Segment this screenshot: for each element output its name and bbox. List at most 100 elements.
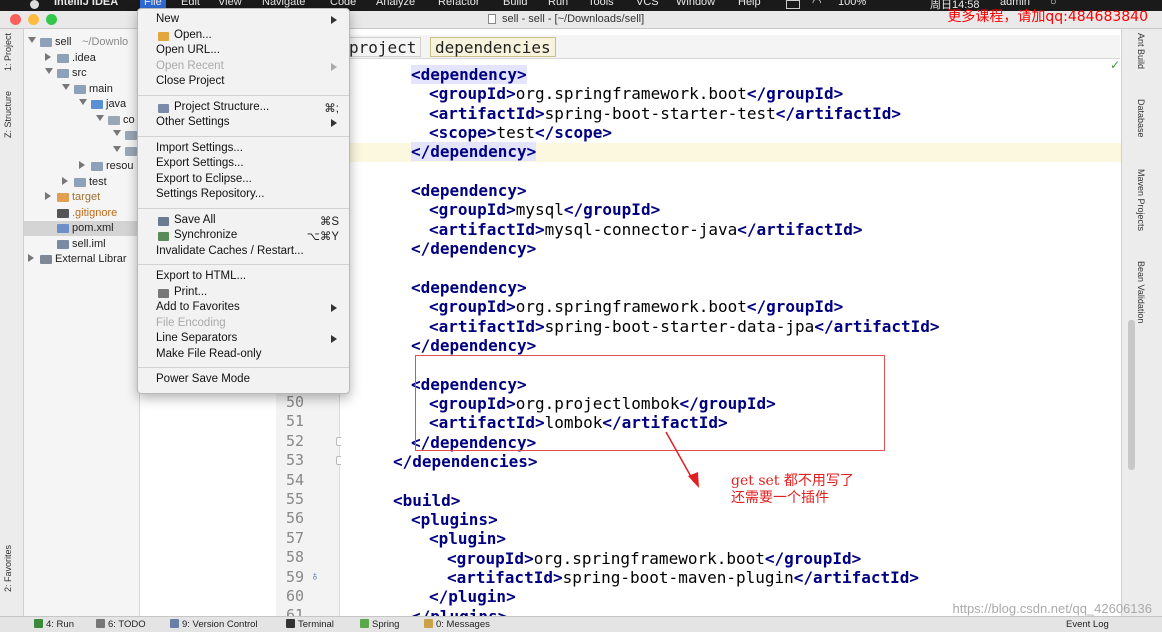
tab-ant-build[interactable]: Ant Build bbox=[1136, 33, 1146, 69]
menu-item-new[interactable]: New bbox=[138, 13, 349, 28]
apple-icon[interactable] bbox=[30, 0, 39, 9]
menu-item-label: Open URL... bbox=[156, 44, 220, 56]
tree-item-label: java bbox=[106, 98, 127, 110]
code-editor[interactable]: <dependency> <groupId>org.springframework… bbox=[341, 60, 1121, 616]
menu-item-invalidate-caches-restart[interactable]: Invalidate Caches / Restart... bbox=[138, 245, 349, 260]
expand-down-icon[interactable] bbox=[79, 99, 87, 105]
tab-spring[interactable]: Spring bbox=[360, 619, 399, 630]
menu-navigate[interactable]: Navigate bbox=[262, 0, 305, 8]
expand-down-icon[interactable] bbox=[113, 145, 121, 152]
menu-item-synchronize[interactable]: Synchronize ⌥⌘Y bbox=[138, 229, 349, 244]
xml-tag: </groupId> bbox=[746, 84, 844, 104]
menu-item-project-structure[interactable]: Project Structure... ⌘; bbox=[138, 101, 349, 116]
annotation-line-2: 还需要一个插件 bbox=[731, 490, 829, 506]
tab-structure[interactable]: Z: Structure bbox=[3, 91, 13, 138]
expand-right-icon[interactable] bbox=[45, 192, 51, 200]
menu-item-export-settings[interactable]: Export Settings... bbox=[138, 157, 349, 172]
menu-analyze[interactable]: Analyze bbox=[376, 0, 415, 8]
tab-0-messages[interactable]: 0: Messages bbox=[424, 619, 490, 630]
inspection-ok-icon[interactable]: ✓ bbox=[1110, 58, 1120, 72]
tab-maven-projects[interactable]: Maven Projects bbox=[1136, 169, 1146, 231]
expand-right-icon[interactable] bbox=[62, 176, 68, 185]
menu-item-save-all[interactable]: Save All ⌘S bbox=[138, 214, 349, 229]
menu-build[interactable]: Build bbox=[503, 0, 527, 8]
tree-item[interactable]: resou bbox=[24, 159, 139, 174]
tree-item[interactable] bbox=[24, 128, 139, 143]
expand-down-icon[interactable] bbox=[113, 130, 121, 136]
line-number: 51 bbox=[285, 412, 304, 431]
expand-right-icon[interactable] bbox=[79, 161, 85, 169]
menu-item-line-separators[interactable]: Line Separators bbox=[138, 332, 349, 347]
menu-item-open[interactable]: Open... bbox=[138, 29, 349, 44]
xml-text: spring-boot-starter-test bbox=[544, 103, 776, 123]
tree-item[interactable]: External Librar bbox=[24, 252, 139, 267]
line-number: 56 bbox=[285, 509, 304, 528]
menu-item-import-settings[interactable]: Import Settings... bbox=[138, 142, 349, 157]
tab-terminal[interactable]: Terminal bbox=[286, 619, 334, 630]
tab-bean-validation[interactable]: Bean Validation bbox=[1136, 261, 1146, 323]
editor-scrollbar-thumb[interactable] bbox=[1128, 320, 1135, 470]
library-icon bbox=[40, 255, 52, 264]
menu-edit[interactable]: Edit bbox=[181, 0, 200, 8]
tree-item[interactable]: sell ~/Downlo bbox=[24, 35, 139, 50]
menu-separator bbox=[138, 367, 349, 368]
status-icon[interactable] bbox=[786, 0, 800, 9]
tree-item[interactable]: .gitignore bbox=[24, 206, 139, 221]
tree-item[interactable]: co bbox=[24, 113, 139, 128]
menu-item-export-to-html[interactable]: Export to HTML... bbox=[138, 270, 349, 285]
tree-item[interactable]: src bbox=[24, 66, 139, 81]
event-log-button[interactable]: Event Log bbox=[1066, 619, 1109, 630]
battery-level[interactable]: 100% bbox=[838, 0, 866, 8]
tree-item[interactable]: main bbox=[24, 82, 139, 97]
app-menu[interactable]: IntelliJ IDEA bbox=[54, 0, 118, 8]
tab-6-todo[interactable]: 6: TODO bbox=[96, 619, 146, 630]
run-gutter-icon[interactable]: ♁ bbox=[310, 568, 320, 583]
menu-item-label: Line Separators bbox=[156, 332, 238, 344]
tab-favorites[interactable]: 2: Favorites bbox=[3, 545, 13, 592]
expand-right-icon[interactable] bbox=[28, 254, 34, 262]
menu-code[interactable]: Code bbox=[330, 0, 356, 8]
code-line: <dependency> bbox=[411, 181, 527, 200]
menu-item-export-to-eclipse[interactable]: Export to Eclipse... bbox=[138, 173, 349, 188]
wifi-icon[interactable]: ◠ bbox=[812, 0, 822, 9]
menu-window[interactable]: Window bbox=[676, 0, 715, 8]
menu-view[interactable]: View bbox=[218, 0, 242, 8]
expand-down-icon[interactable] bbox=[96, 114, 104, 121]
expand-right-icon[interactable] bbox=[45, 52, 51, 61]
menu-run[interactable]: Run bbox=[548, 0, 568, 8]
close-window-icon[interactable] bbox=[10, 14, 21, 25]
menu-help[interactable]: Help bbox=[738, 0, 761, 8]
menu-item-make-file-read-only[interactable]: Make File Read-only bbox=[138, 348, 349, 363]
menu-tools[interactable]: Tools bbox=[588, 0, 614, 8]
tab-9-version-control[interactable]: 9: Version Control bbox=[170, 619, 258, 630]
tree-item[interactable]: target bbox=[24, 190, 139, 205]
tree-item[interactable]: pom.xml bbox=[24, 221, 139, 236]
tree-item[interactable]: .idea bbox=[24, 51, 139, 66]
tree-item[interactable]: java bbox=[24, 97, 139, 112]
expand-down-icon[interactable] bbox=[62, 83, 70, 90]
tree-item[interactable] bbox=[24, 144, 139, 159]
tree-item[interactable]: test bbox=[24, 175, 139, 190]
menu-item-other-settings[interactable]: Other Settings bbox=[138, 116, 349, 131]
tab-database[interactable]: Database bbox=[1136, 99, 1146, 138]
expand-down-icon[interactable] bbox=[45, 68, 53, 74]
project-structure-icon bbox=[158, 103, 169, 113]
xml-tag: <groupId> bbox=[447, 548, 534, 568]
menu-item-power-save-mode[interactable]: Power Save Mode bbox=[138, 373, 349, 388]
menu-item-open-url[interactable]: Open URL... bbox=[138, 44, 349, 59]
menu-refactor[interactable]: Refactor bbox=[438, 0, 480, 8]
minimize-window-icon[interactable] bbox=[28, 14, 39, 25]
tab-4-run[interactable]: 4: Run bbox=[34, 619, 74, 630]
breadcrumb-project[interactable]: project bbox=[344, 37, 422, 57]
menu-item-print[interactable]: Print... bbox=[138, 286, 349, 301]
tab-project[interactable]: 1: Project bbox=[3, 33, 13, 71]
tree-item[interactable]: sell.iml bbox=[24, 237, 139, 252]
menu-item-settings-repository[interactable]: Settings Repository... bbox=[138, 188, 349, 203]
menu-item-close-project[interactable]: Close Project bbox=[138, 75, 349, 90]
menu-item-add-to-favorites[interactable]: Add to Favorites bbox=[138, 301, 349, 316]
zoom-window-icon[interactable] bbox=[46, 14, 57, 25]
expand-down-icon[interactable] bbox=[28, 37, 36, 43]
menu-vcs[interactable]: VCS bbox=[636, 0, 659, 8]
breadcrumb-dependencies[interactable]: dependencies bbox=[430, 37, 556, 57]
menu-file[interactable]: File bbox=[140, 0, 166, 8]
